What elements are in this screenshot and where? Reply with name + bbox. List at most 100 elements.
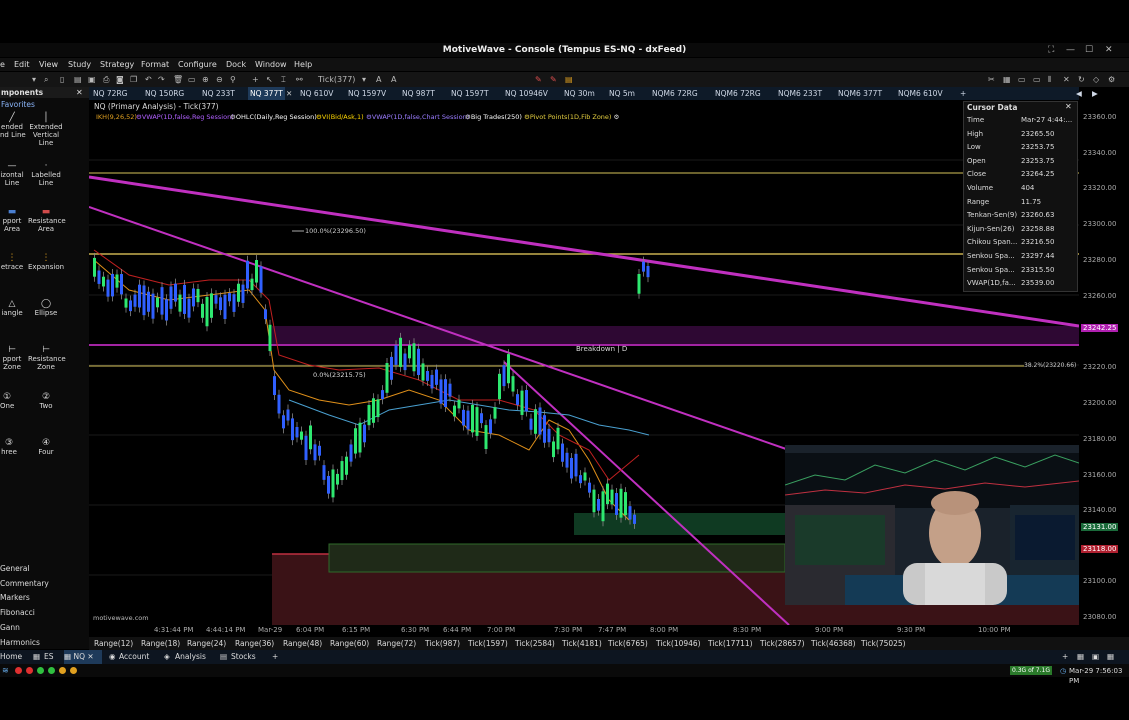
menu-study[interactable]: Study (68, 58, 91, 71)
close-icon[interactable]: ✕ (1105, 44, 1113, 56)
split-icon[interactable]: ⫴ (1048, 74, 1051, 85)
redo-icon[interactable]: ↷ (158, 74, 165, 85)
tab-account[interactable]: Account (119, 650, 149, 664)
close-panel-icon[interactable]: ✕ (76, 87, 83, 98)
range-72-button[interactable]: Range(72) (377, 637, 416, 650)
indicator-vwap-reg[interactable]: ⚙VWAP(1D,false,Reg Session) (136, 113, 234, 122)
indicator-vi[interactable]: ⚙VI(Bid/Ask,1) (316, 113, 364, 122)
draw-icon[interactable]: ✎ (535, 74, 542, 85)
tab-nq-72rg[interactable]: NQ 72RG (93, 87, 127, 100)
tick-10946-button[interactable]: Tick(10946) (656, 637, 701, 650)
menu-configure[interactable]: Configure (178, 58, 217, 71)
tab-nq-active[interactable]: ▦ NQ ✕ (64, 650, 102, 664)
lock-icon[interactable]: ⚲ (230, 74, 236, 85)
link-icon[interactable]: ⚯ (296, 74, 303, 85)
tab-nqm6-72rg-b[interactable]: NQM6 72RG (715, 87, 761, 100)
tab-nq-10946v[interactable]: NQ 10946V (505, 87, 548, 100)
tool-triangle[interactable]: △ iangle (0, 299, 24, 317)
monitor-icon[interactable]: ▭ (1033, 74, 1041, 85)
fullscreen-icon[interactable]: ⛶ (1048, 44, 1054, 56)
window-icon[interactable]: ▭ (1018, 74, 1026, 85)
undo-icon[interactable]: ↶ (145, 74, 152, 85)
gear-icon[interactable]: ⚙ (1108, 74, 1115, 85)
zoom-in-icon[interactable]: ⊕ (202, 74, 209, 85)
category-commentary[interactable]: Commentary (0, 578, 89, 590)
add-icon[interactable]: + (1062, 650, 1068, 664)
tag-icon[interactable]: ◇ (1093, 74, 1099, 85)
delete-icon[interactable]: 🗑 (173, 74, 183, 85)
marker-icon[interactable]: ✎ (550, 74, 557, 85)
tab-nqm6-233t[interactable]: NQM6 233T (778, 87, 822, 100)
tick-17711-button[interactable]: Tick(17711) (708, 637, 753, 650)
price-axis[interactable]: 23360.00 23340.00 23320.00 23300.00 2328… (1079, 100, 1129, 625)
tool-extended-vertical-line[interactable]: │ Extended Vertical Line (28, 113, 64, 147)
tab-nq-1597v[interactable]: NQ 1597V (348, 87, 386, 100)
menu-help[interactable]: Help (294, 58, 312, 71)
time-axis[interactable]: 4:31:44 PM 4:44:14 PM Mar-29 6:04 PM 6:1… (89, 625, 1079, 637)
camera-icon[interactable]: ◙ (116, 74, 124, 85)
tool-expansion[interactable]: ⋮ Expansion (28, 253, 64, 271)
print-icon[interactable]: ⎙ (103, 74, 109, 85)
tab-nq-377t[interactable]: NQ 377T (248, 87, 285, 100)
menu-window[interactable]: Window (255, 58, 287, 71)
tool-ellipse[interactable]: ◯ Ellipse (28, 299, 64, 317)
category-fibonacci[interactable]: Fibonacci (0, 607, 89, 619)
tool-support-area[interactable]: ▬ pport Area (0, 207, 24, 233)
menu-edit[interactable]: Edit (14, 58, 30, 71)
tick-6765-button[interactable]: Tick(6765) (608, 637, 648, 650)
tab-home[interactable]: Home (0, 650, 22, 664)
open-icon[interactable]: ▤ (74, 74, 82, 85)
tab-nqm6-72rg-a[interactable]: NQM6 72RG (652, 87, 698, 100)
menu-file[interactable]: e (0, 58, 5, 71)
category-markers[interactable]: Markers (0, 592, 89, 604)
category-general[interactable]: General (0, 563, 89, 575)
indicator-ohlc[interactable]: ⚙OHLC(Daily,Reg Session) (230, 113, 317, 122)
close-panel-icon[interactable]: ✕ (1065, 102, 1072, 111)
tab-es[interactable]: ES (44, 650, 54, 664)
add-tab-icon[interactable]: + (960, 87, 966, 100)
tab-nqm6-610v[interactable]: NQM6 610V (898, 87, 943, 100)
refresh-icon[interactable]: ↻ (1078, 74, 1085, 85)
tool-four[interactable]: ④ Four (28, 438, 64, 456)
text-icon[interactable]: A (391, 74, 396, 85)
range-48-button[interactable]: Range(48) (283, 637, 322, 650)
range-24-button[interactable]: Range(24) (187, 637, 226, 650)
tool-resistance-zone[interactable]: ⊢ Resistance Zone (28, 345, 66, 371)
tab-analysis[interactable]: Analysis (175, 650, 206, 664)
copy-icon[interactable]: ❐ (130, 74, 137, 85)
tick-46368-button[interactable]: Tick(46368) (811, 637, 856, 650)
tab-nq-610v[interactable]: NQ 610V (300, 87, 333, 100)
pointer-icon[interactable]: ↖ (266, 74, 273, 85)
new-icon[interactable]: ▯ (60, 74, 64, 85)
range-36-button[interactable]: Range(36) (235, 637, 274, 650)
tab-nq-987t[interactable]: NQ 987T (402, 87, 435, 100)
close-tab-icon[interactable]: ✕ (87, 652, 93, 661)
tab-nqm6-377t[interactable]: NQM6 377T (838, 87, 882, 100)
indicator-big-trades[interactable]: ⚙Big Trades(250) (465, 113, 522, 122)
menu-dock[interactable]: Dock (226, 58, 246, 71)
window-icon[interactable]: ▣ (1092, 650, 1099, 664)
tool-horizontal-line[interactable]: — izontal Line (0, 161, 24, 187)
tool-two[interactable]: ② Two (28, 392, 64, 410)
chevron-down-icon[interactable]: ▾ (362, 74, 366, 85)
menu-view[interactable]: View (39, 58, 58, 71)
tab-nq-30m[interactable]: NQ 30m (564, 87, 595, 100)
measure-icon[interactable]: ⌶ (281, 74, 286, 85)
tab-nq-1597t[interactable]: NQ 1597T (451, 87, 489, 100)
save-icon[interactable]: ▣ (88, 74, 96, 85)
tool-labelled-line[interactable]: · Labelled Line (28, 161, 64, 187)
indicator-pivot-points[interactable]: ⚙Pivot Points(1D,Fib Zone) ⚙ (524, 113, 619, 122)
tool-three[interactable]: ③ hree (0, 438, 18, 456)
add-workspace-button[interactable]: + (272, 650, 278, 664)
tick-75025-button[interactable]: Tick(75025) (861, 637, 906, 650)
crosshair-icon[interactable]: + (252, 74, 259, 85)
tab-nq-150rg[interactable]: NQ 150RG (145, 87, 184, 100)
scroll-right-icon[interactable]: ▶ (1092, 87, 1098, 100)
tick-28657-button[interactable]: Tick(28657) (760, 637, 805, 650)
maximize-icon[interactable]: ☐ (1085, 44, 1093, 56)
search-icon[interactable]: ⌕ (44, 74, 48, 85)
tools-icon[interactable]: ✂ (988, 74, 995, 85)
zoom-out-icon[interactable]: ⊖ (216, 74, 223, 85)
highlight-icon[interactable]: ▤ (565, 74, 573, 85)
range-60-button[interactable]: Range(60) (330, 637, 369, 650)
